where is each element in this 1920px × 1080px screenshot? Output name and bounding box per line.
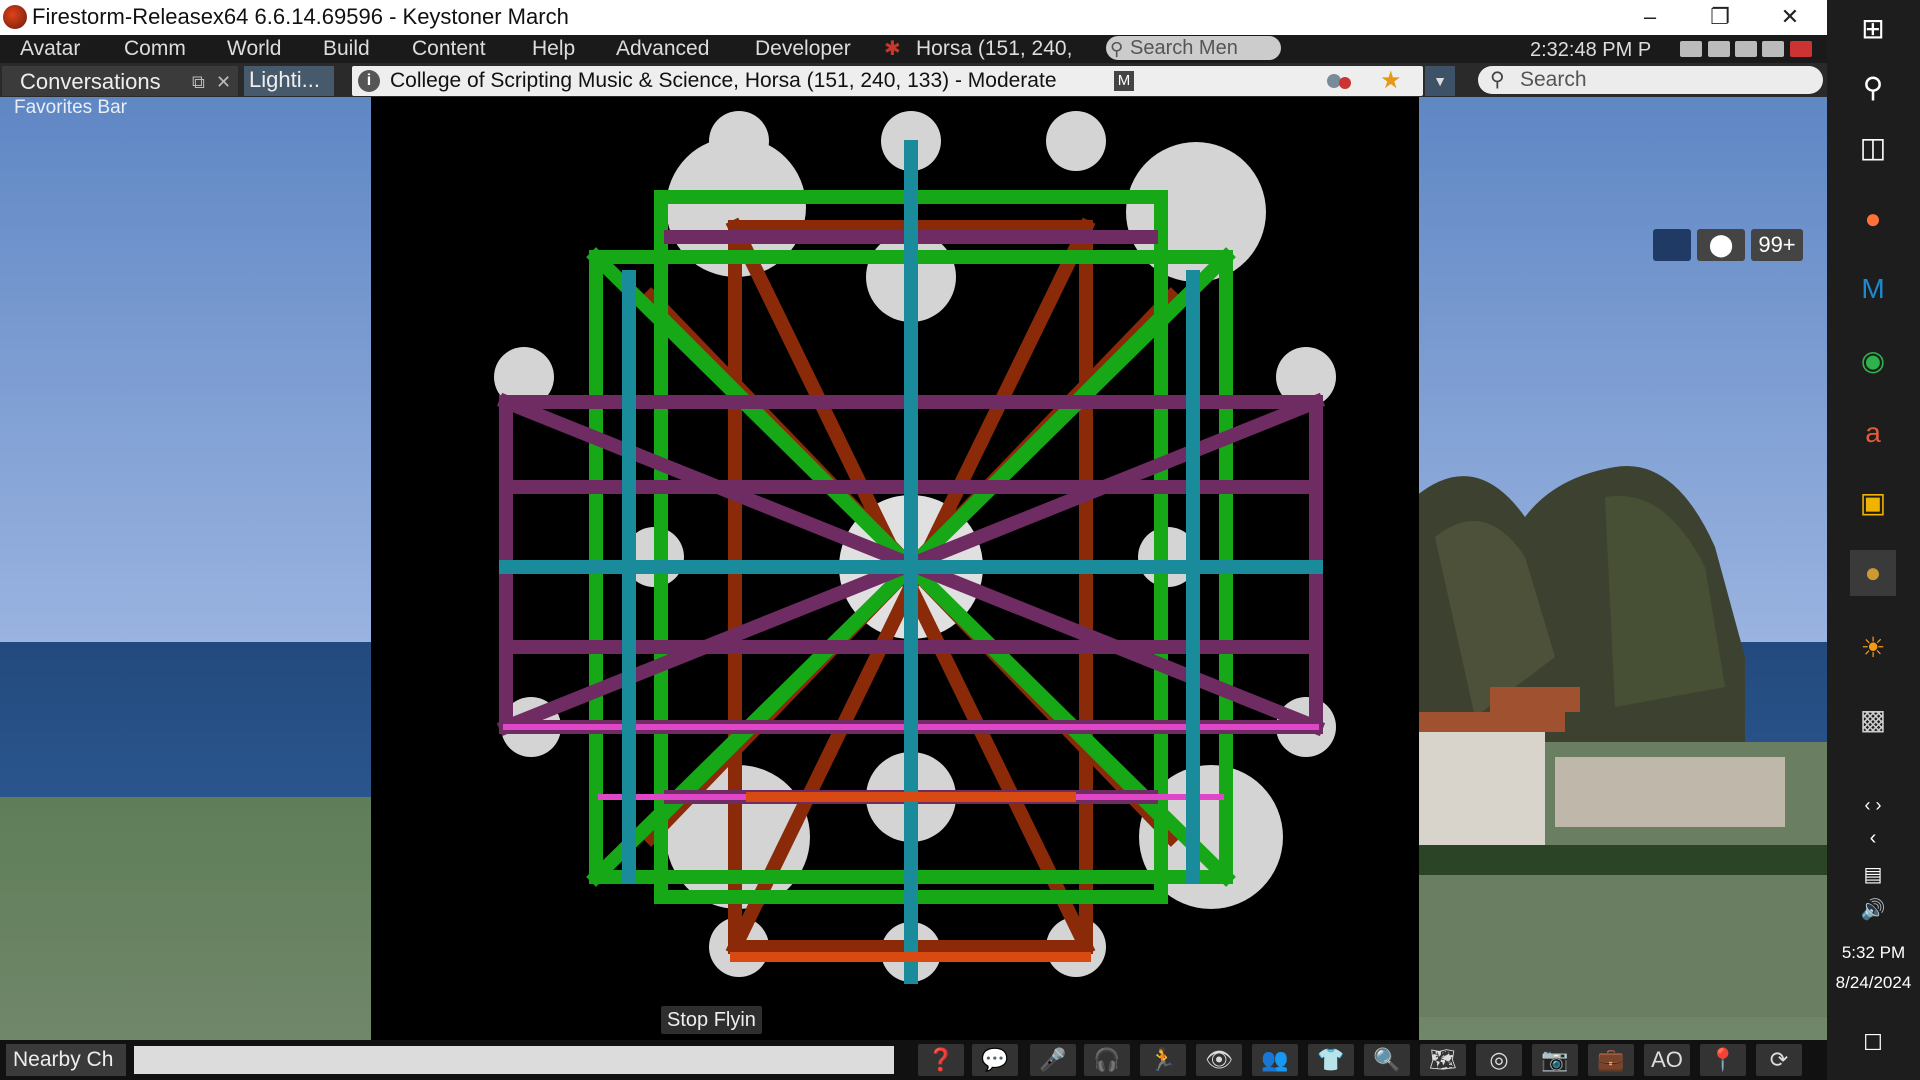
mute-icon[interactable] — [1790, 41, 1812, 57]
volume-icon[interactable]: 🔊 — [1850, 887, 1896, 933]
geometric-lattice-object[interactable] — [371, 97, 1419, 997]
menu-help[interactable]: Help — [532, 35, 575, 63]
location-dropdown-button[interactable]: ▼ — [1425, 66, 1455, 96]
firestorm-taskbar-icon[interactable]: ● — [1850, 550, 1896, 596]
menu-avatar[interactable]: Avatar — [20, 35, 80, 63]
ao-button[interactable]: AO — [1644, 1044, 1690, 1076]
display-icon[interactable] — [1708, 41, 1730, 57]
undock-icon[interactable]: ⧉ — [192, 66, 205, 98]
chat-input[interactable] — [134, 1046, 894, 1074]
radar-icon[interactable]: ◎ — [1476, 1044, 1522, 1076]
taskbar-date: 8/24/2024 — [1835, 973, 1912, 992]
search-placeholder: Search — [1520, 68, 1587, 91]
search-icon[interactable]: 🔍 — [1364, 1044, 1410, 1076]
firestorm-app-icon — [3, 5, 27, 29]
media-icon[interactable] — [1762, 41, 1784, 57]
help-icon[interactable]: ❓ — [918, 1044, 964, 1076]
close-button[interactable]: ✕ — [1756, 0, 1824, 35]
location-short[interactable]: Horsa (151, 240, — [916, 35, 1072, 63]
location-text: College of Scripting Music & Science, Ho… — [390, 69, 1057, 92]
menu-comm[interactable]: Comm — [124, 35, 186, 63]
search-input[interactable]: ⚲ Search — [1478, 66, 1823, 94]
taskbar-clock[interactable]: 5:32 PM 8/24/2024 — [1827, 938, 1920, 998]
bottom-toolbar: Nearby Ch ❓ 💬 🎤 🎧 🏃 👁 👥 👕 🔍 🗺 ◎ 📷 💼 AO 📍… — [0, 1040, 1827, 1080]
map-icon[interactable]: 🗺 — [1420, 1044, 1466, 1076]
window-titlebar: Firestorm-Releasex64 6.6.14.69596 - Keys… — [0, 0, 1827, 35]
restore-button[interactable]: ❐ — [1686, 0, 1754, 35]
location-bar[interactable]: i College of Scripting Music & Science, … — [352, 66, 1423, 96]
firefox-icon[interactable]: ● — [1850, 196, 1896, 242]
location-pin-icon[interactable]: 📍 — [1700, 1044, 1746, 1076]
window-title: Firestorm-Releasex64 6.6.14.69596 - Keys… — [32, 4, 569, 29]
island-mountains — [1415, 466, 1827, 1017]
view-icon[interactable]: 👁 — [1196, 1044, 1242, 1076]
tab-conversations-label: Conversations — [20, 69, 161, 94]
world-view[interactable]: Favorites Bar ⬤ 99+ Stop Flyin — [0, 97, 1827, 1040]
snapshot-icon[interactable]: 📷 — [1532, 1044, 1578, 1076]
move-icon[interactable]: 🏃 — [1140, 1044, 1186, 1076]
app-orange-icon[interactable]: ☀ — [1850, 625, 1896, 671]
favorite-star-icon[interactable]: ★ — [1380, 66, 1402, 96]
parcel-settings-icon[interactable] — [1324, 70, 1354, 92]
search-icon[interactable]: ⚲ — [1850, 65, 1896, 111]
menu-build[interactable]: Build — [323, 35, 370, 63]
app-green-icon[interactable]: ◉ — [1850, 338, 1896, 384]
windows-taskbar: ⊞ ⚲ ◫ ● M ◉ a ▣ ● ☀ ▩ ‹ › ‹ ▤ 🔊 5:32 PM … — [1827, 0, 1920, 1080]
menu-bar: Avatar Comm World Build Content Help Adv… — [0, 35, 1827, 63]
music-icon[interactable] — [1735, 41, 1757, 57]
info-icon[interactable]: i — [358, 70, 380, 92]
notifications-badge[interactable]: 99+ — [1751, 229, 1803, 261]
search-icon: ⚲ — [1490, 69, 1505, 91]
app-a-icon[interactable]: a — [1850, 410, 1896, 456]
nearby-chat-button[interactable]: Nearby Ch — [6, 1044, 126, 1076]
camera-icon[interactable] — [1680, 41, 1702, 57]
search-menu-input[interactable]: ⚲ Search Men — [1106, 36, 1281, 60]
people-icon[interactable]: 👥 — [1252, 1044, 1298, 1076]
walk-avatar-icon: ✱ — [884, 38, 901, 60]
headset-icon[interactable]: 🎧 — [1084, 1044, 1130, 1076]
close-icon[interactable]: ✕ — [216, 66, 231, 98]
menu-world[interactable]: World — [227, 35, 281, 63]
menu-advanced[interactable]: Advanced — [616, 35, 709, 63]
tab-lighting[interactable]: Lighti... — [244, 66, 334, 96]
windows-start-icon[interactable]: ⊞ — [1850, 6, 1896, 52]
notification-center-icon[interactable]: ☐ — [1850, 1020, 1896, 1066]
task-view-icon[interactable]: ◫ — [1850, 125, 1896, 171]
stop-flying-button[interactable]: Stop Flyin — [661, 1006, 762, 1034]
radar-hud-icon[interactable] — [1653, 229, 1691, 261]
app-monitor-icon[interactable]: ▩ — [1850, 697, 1896, 743]
taskbar-time: 5:32 PM — [1841, 943, 1906, 962]
maturity-badge: M — [1114, 71, 1134, 91]
tab-conversations[interactable]: Conversations ⧉ ✕ — [2, 66, 238, 96]
app-m-icon[interactable]: M — [1850, 266, 1896, 312]
favorites-bar[interactable]: Favorites Bar — [14, 97, 127, 119]
teleport-icon[interactable]: ⟳ — [1756, 1044, 1802, 1076]
clock: 2:32:48 PM P — [1530, 39, 1652, 61]
navigation-bar: Conversations ⧉ ✕ Lighti... i College of… — [0, 63, 1827, 97]
minimize-button[interactable]: – — [1616, 0, 1684, 35]
voice-icon[interactable]: 🎤 — [1030, 1044, 1076, 1076]
app-yellow-icon[interactable]: ▣ — [1850, 480, 1896, 526]
search-menu-placeholder: Search Men — [1130, 37, 1238, 59]
menu-developer[interactable]: Developer — [755, 35, 851, 63]
search-icon: ⚲ — [1110, 39, 1124, 59]
chat-icon[interactable]: 💬 — [972, 1044, 1018, 1076]
menu-content[interactable]: Content — [412, 35, 486, 63]
inventory-icon[interactable]: 💼 — [1588, 1044, 1634, 1076]
appearance-icon[interactable]: 👕 — [1308, 1044, 1354, 1076]
chat-bubble-hud-icon[interactable]: ⬤ — [1697, 229, 1745, 261]
